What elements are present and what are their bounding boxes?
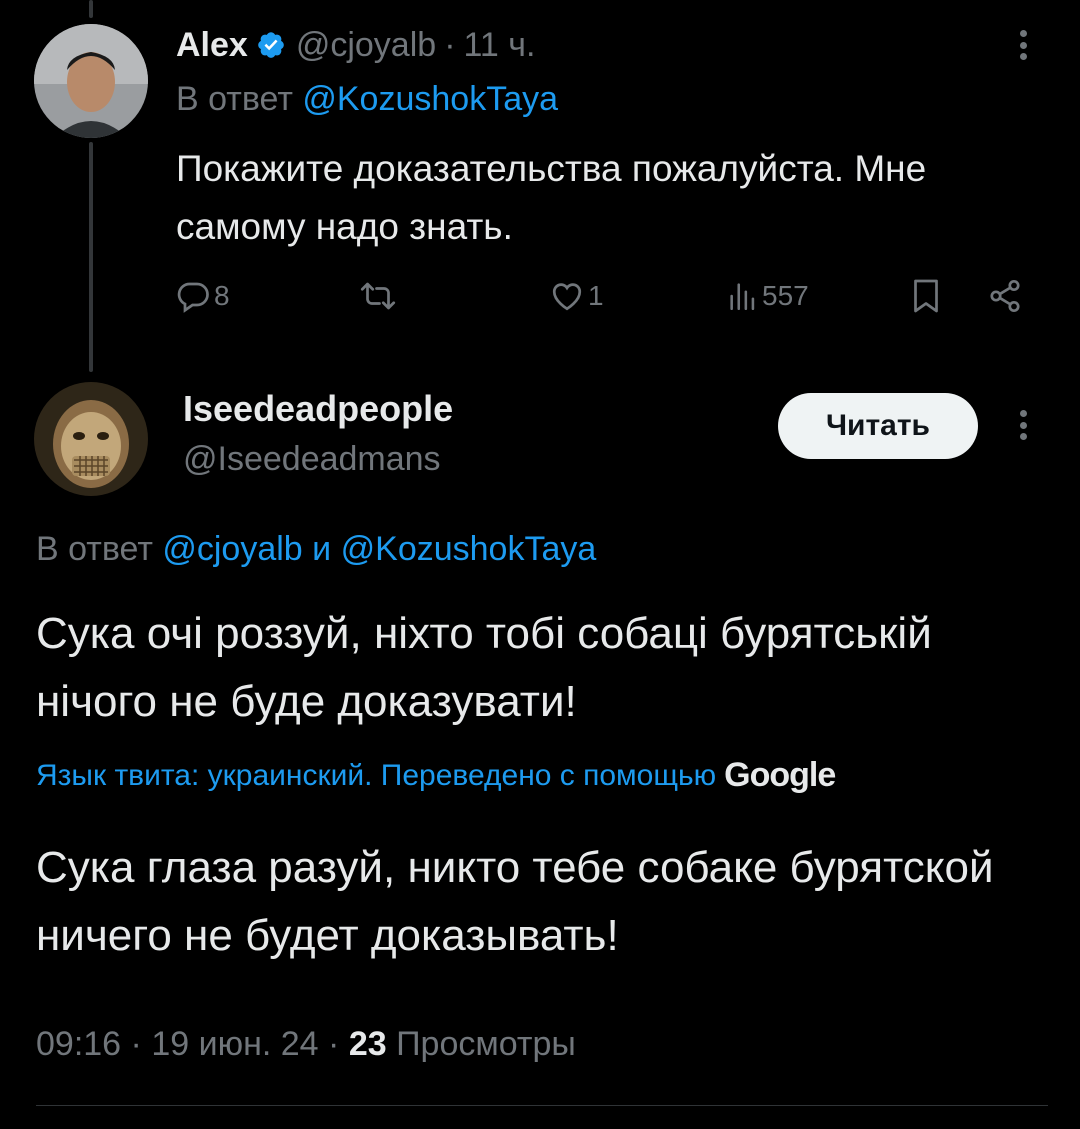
views-count: 557	[762, 280, 809, 311]
avatar-iseedeadpeople[interactable]	[34, 382, 148, 496]
thread-line	[89, 142, 93, 372]
reply-to-link[interactable]: @KozushokTaya	[302, 80, 558, 118]
views-count: 23	[348, 1025, 387, 1063]
views-icon	[726, 278, 760, 314]
reply-count: 8	[214, 280, 230, 311]
more-icon[interactable]	[1020, 30, 1028, 60]
tweet-meta: 09:16 · 19 июн. 24 · 23 Просмотры	[36, 1025, 576, 1064]
tweet1-header: Alex @cjoyalb · 11 ч.	[176, 20, 535, 70]
share-button[interactable]	[986, 278, 1024, 314]
tweet-text: Сука очі роззуй, ніхто тобі собаці бурят…	[36, 609, 932, 726]
thread-line-top	[89, 0, 93, 18]
author-name[interactable]: Iseedeadpeople	[183, 388, 453, 430]
author-handle[interactable]: @cjoyalb	[296, 26, 436, 65]
separator: ·	[444, 25, 456, 64]
translated-text: Сука глаза разуй, никто тебе собаке буря…	[36, 843, 994, 960]
reply-prefix: В ответ	[176, 80, 293, 118]
separator: ·	[328, 1025, 340, 1063]
like-button[interactable]: 1	[548, 278, 604, 314]
reply-to-link[interactable]: @cjoyalb	[162, 530, 302, 568]
share-icon	[986, 278, 1024, 314]
reply-prefix: В ответ	[36, 530, 153, 568]
more-icon[interactable]	[1020, 410, 1028, 440]
follow-button[interactable]: Читать	[778, 393, 978, 459]
translation-note-text: Язык твита: украинский. Переведено с пом…	[36, 758, 717, 792]
like-icon	[548, 278, 586, 314]
google-logo: Google	[724, 756, 836, 794]
reply-conjunction: и	[312, 530, 332, 568]
tweet-time[interactable]: 11 ч.	[464, 26, 536, 65]
bookmark-icon	[908, 276, 944, 316]
retweet-button[interactable]	[358, 278, 398, 314]
author-name[interactable]: Alex	[176, 26, 248, 65]
author-handle[interactable]: @Iseedeadmans	[183, 440, 441, 479]
reply-to-line: В ответ @KozushokTaya	[176, 80, 558, 119]
tweet-time[interactable]: 09:16	[36, 1025, 121, 1063]
retweet-icon	[358, 278, 398, 314]
like-count: 1	[588, 280, 604, 311]
views-label: Просмотры	[396, 1025, 576, 1063]
reply-to-link[interactable]: @KozushokTaya	[341, 530, 597, 568]
reply-to-line: В ответ @cjoyalb и @KozushokTaya	[36, 530, 596, 569]
tweet1-actions: 8 1 557	[176, 272, 1036, 322]
views-button[interactable]: 557	[726, 278, 809, 314]
translation-note[interactable]: Язык твита: украинский. Переведено с пом…	[36, 756, 836, 795]
reply-button[interactable]: 8	[176, 278, 230, 314]
avatar-alex[interactable]	[34, 24, 148, 138]
verified-badge-icon	[256, 30, 286, 60]
tweet-text: Покажите доказательства пожалуйста. Мне …	[176, 148, 927, 247]
divider	[36, 1105, 1048, 1106]
tweet-date[interactable]: 19 июн. 24	[151, 1025, 318, 1063]
reply-icon	[176, 278, 212, 314]
separator: ·	[130, 1025, 142, 1063]
bookmark-button[interactable]	[908, 276, 944, 316]
